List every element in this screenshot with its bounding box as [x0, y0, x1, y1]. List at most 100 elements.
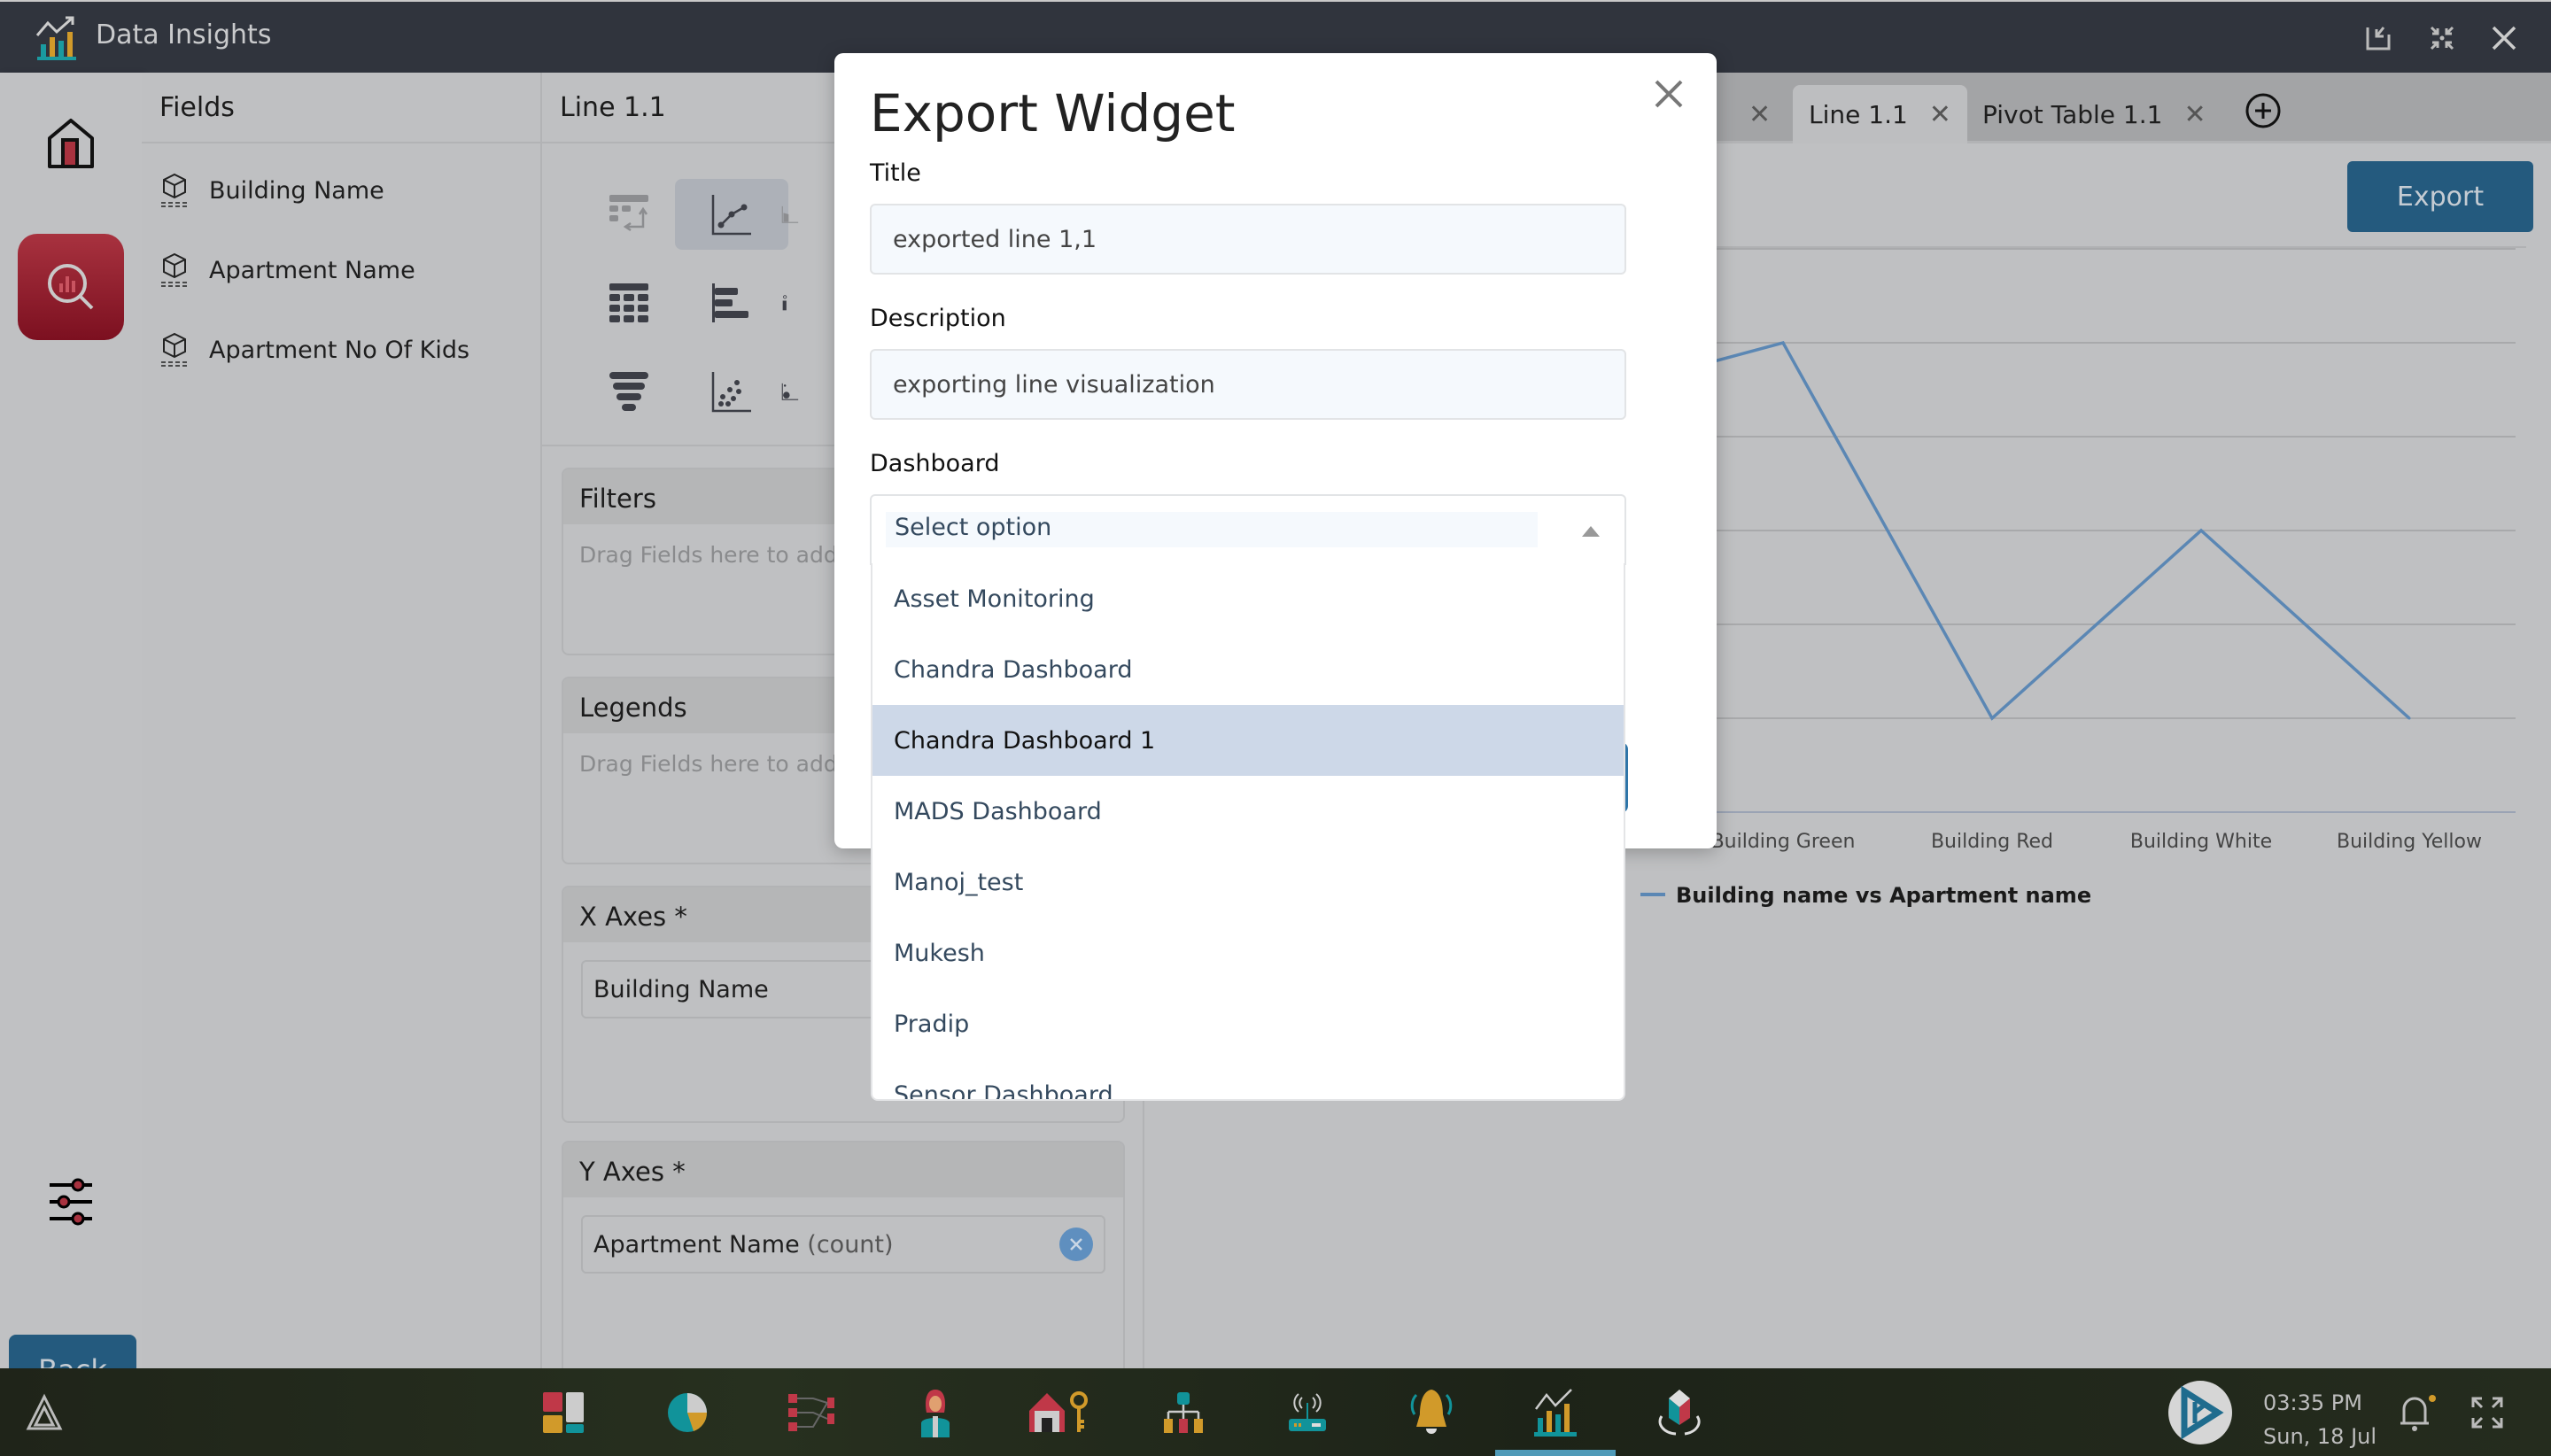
- workflow-icon: [788, 1394, 834, 1431]
- chart-type-info[interactable]: [781, 267, 799, 338]
- field-item[interactable]: Apartment Name: [159, 248, 415, 292]
- fields-panel: Fields Building Name Apartment Name Apar…: [142, 73, 542, 1368]
- x-tick-label: Building Red: [1931, 831, 2053, 853]
- taskbar-alarms[interactable]: [1407, 1388, 1456, 1437]
- y-axes-dropzone[interactable]: Y Axes * Apartment Name (count): [562, 1141, 1125, 1406]
- taskbar-sync[interactable]: [1655, 1388, 1704, 1437]
- dimension-cube-icon: [161, 173, 188, 207]
- x-tick-label: Building Green: [1711, 831, 1856, 853]
- bell-icon: [2400, 1395, 2436, 1431]
- notifications-button[interactable]: [2392, 1388, 2441, 1437]
- x-axis-field-label: Building Name: [593, 975, 769, 1003]
- field-label: Apartment No Of Kids: [209, 336, 470, 364]
- router-icon: [1289, 1393, 1326, 1431]
- field-item[interactable]: Apartment No Of Kids: [159, 328, 469, 372]
- dashboard-option[interactable]: Mukesh: [872, 918, 1624, 988]
- data-insights-logo-icon: [35, 16, 76, 60]
- collapse-icon: [2430, 26, 2454, 50]
- active-app-indicator: [1495, 1450, 1616, 1456]
- restore-down-button[interactable]: [2360, 19, 2397, 57]
- field-item[interactable]: Building Name: [159, 168, 384, 213]
- description-input[interactable]: [870, 349, 1626, 420]
- warning-triangle-icon: [26, 1393, 63, 1430]
- home-key-icon: [1029, 1391, 1088, 1432]
- area-chart-icon: [781, 205, 799, 223]
- cube-sync-icon: [1658, 1390, 1701, 1436]
- remove-y-field-button[interactable]: [1059, 1228, 1093, 1261]
- horizontal-bar-icon: [712, 283, 748, 322]
- rail-item-analytics[interactable]: [18, 234, 124, 340]
- y-axes-title: Y Axes *: [563, 1142, 1123, 1197]
- close-icon: [1070, 1238, 1082, 1251]
- data-insights-icon: [1534, 1389, 1577, 1437]
- chart-type-bubble[interactable]: [781, 356, 799, 427]
- modal-title: Export Widget: [870, 83, 1236, 143]
- pie-chart-icon: [668, 1393, 708, 1432]
- taskbar: 03:35 PM Sun, 18 Jul: [0, 1368, 2551, 1456]
- dashboard-option[interactable]: Manoj_test: [872, 847, 1624, 918]
- x-tick-label: Building White: [2130, 831, 2272, 853]
- dashboard-option[interactable]: Pradip: [872, 988, 1624, 1059]
- fullscreen-button[interactable]: [2462, 1388, 2512, 1437]
- chart-type-area[interactable]: [781, 179, 799, 250]
- field-label: Apartment Name: [209, 256, 415, 284]
- taskbar-workflow[interactable]: [787, 1388, 836, 1437]
- taskbar-users[interactable]: [911, 1388, 960, 1437]
- legend-label: Building name vs Apartment name: [1676, 883, 2091, 908]
- clock: 03:35 PM Sun, 18 Jul: [2263, 1386, 2377, 1453]
- table-icon: [609, 283, 648, 322]
- dashboard-option-highlighted[interactable]: Chandra Dashboard 1: [872, 705, 1624, 776]
- scatter-icon: [711, 372, 751, 413]
- dashboard-select[interactable]: Select option: [870, 494, 1626, 565]
- taskbar-reports[interactable]: [663, 1388, 712, 1437]
- close-icon: [1655, 80, 1683, 108]
- data-point: [1781, 341, 1785, 345]
- field-label: Building Name: [209, 176, 384, 205]
- chart-type-funnel[interactable]: [572, 356, 686, 427]
- data-point: [2199, 529, 2203, 532]
- modal-close-button[interactable]: [1651, 76, 1686, 112]
- close-icon: [2492, 26, 2516, 50]
- restore-down-icon: [2366, 27, 2391, 50]
- dashboard-option[interactable]: Asset Monitoring: [872, 563, 1624, 634]
- line-chart-icon: [711, 195, 751, 236]
- taskbar-dashboard[interactable]: [539, 1388, 588, 1437]
- fields-header: Fields: [142, 73, 540, 143]
- dimension-cube-icon: [161, 332, 188, 367]
- title-input[interactable]: [870, 204, 1626, 275]
- chart-type-horizontal-bar[interactable]: [675, 267, 788, 338]
- avatar-logo-icon: [2168, 1381, 2232, 1444]
- chart-type-line[interactable]: [675, 179, 788, 250]
- y-axis-aggregate: (count): [807, 1230, 894, 1259]
- expand-icon: [2471, 1397, 2503, 1429]
- taskbar-hierarchy[interactable]: [1159, 1388, 1208, 1437]
- dashboard-option[interactable]: Chandra Dashboard: [872, 634, 1624, 705]
- taskbar-warning[interactable]: [19, 1388, 69, 1437]
- chart-type-scatter[interactable]: [675, 356, 788, 427]
- collapse-button[interactable]: [2423, 19, 2461, 57]
- taskbar-data-insights[interactable]: [1531, 1388, 1580, 1437]
- dashboard-option[interactable]: MADS Dashboard: [872, 776, 1624, 847]
- y-axis-field-label: Apartment Name: [593, 1230, 800, 1259]
- dashboard-option[interactable]: Sensor Dashboard: [872, 1059, 1624, 1100]
- user-avatar[interactable]: [2167, 1379, 2234, 1446]
- home-icon: [48, 119, 94, 168]
- user-icon: [921, 1390, 950, 1437]
- taskbar-devices[interactable]: [1283, 1388, 1332, 1437]
- info-icon: [782, 295, 787, 311]
- dashboard-field-label: Dashboard: [870, 450, 1000, 477]
- chart-type-table[interactable]: [572, 267, 686, 338]
- y-axis-field-chip[interactable]: Apartment Name (count): [581, 1215, 1105, 1274]
- close-window-button[interactable]: [2485, 19, 2523, 57]
- chart-type-pivot[interactable]: [572, 179, 686, 250]
- dashboard-options-list: Asset Monitoring Chandra Dashboard Chand…: [871, 563, 1625, 1101]
- bubble-icon: [781, 383, 799, 400]
- analytics-search-icon: [48, 264, 94, 310]
- rail-item-settings[interactable]: [44, 1171, 97, 1233]
- dashboard-blocks-icon: [543, 1392, 584, 1433]
- clock-time: 03:35 PM: [2263, 1390, 2362, 1415]
- rail-item-home[interactable]: [46, 117, 96, 170]
- taskbar-access[interactable]: [1026, 1388, 1093, 1437]
- alarm-bell-icon: [1410, 1390, 1453, 1434]
- left-rail: Back: [0, 73, 142, 1406]
